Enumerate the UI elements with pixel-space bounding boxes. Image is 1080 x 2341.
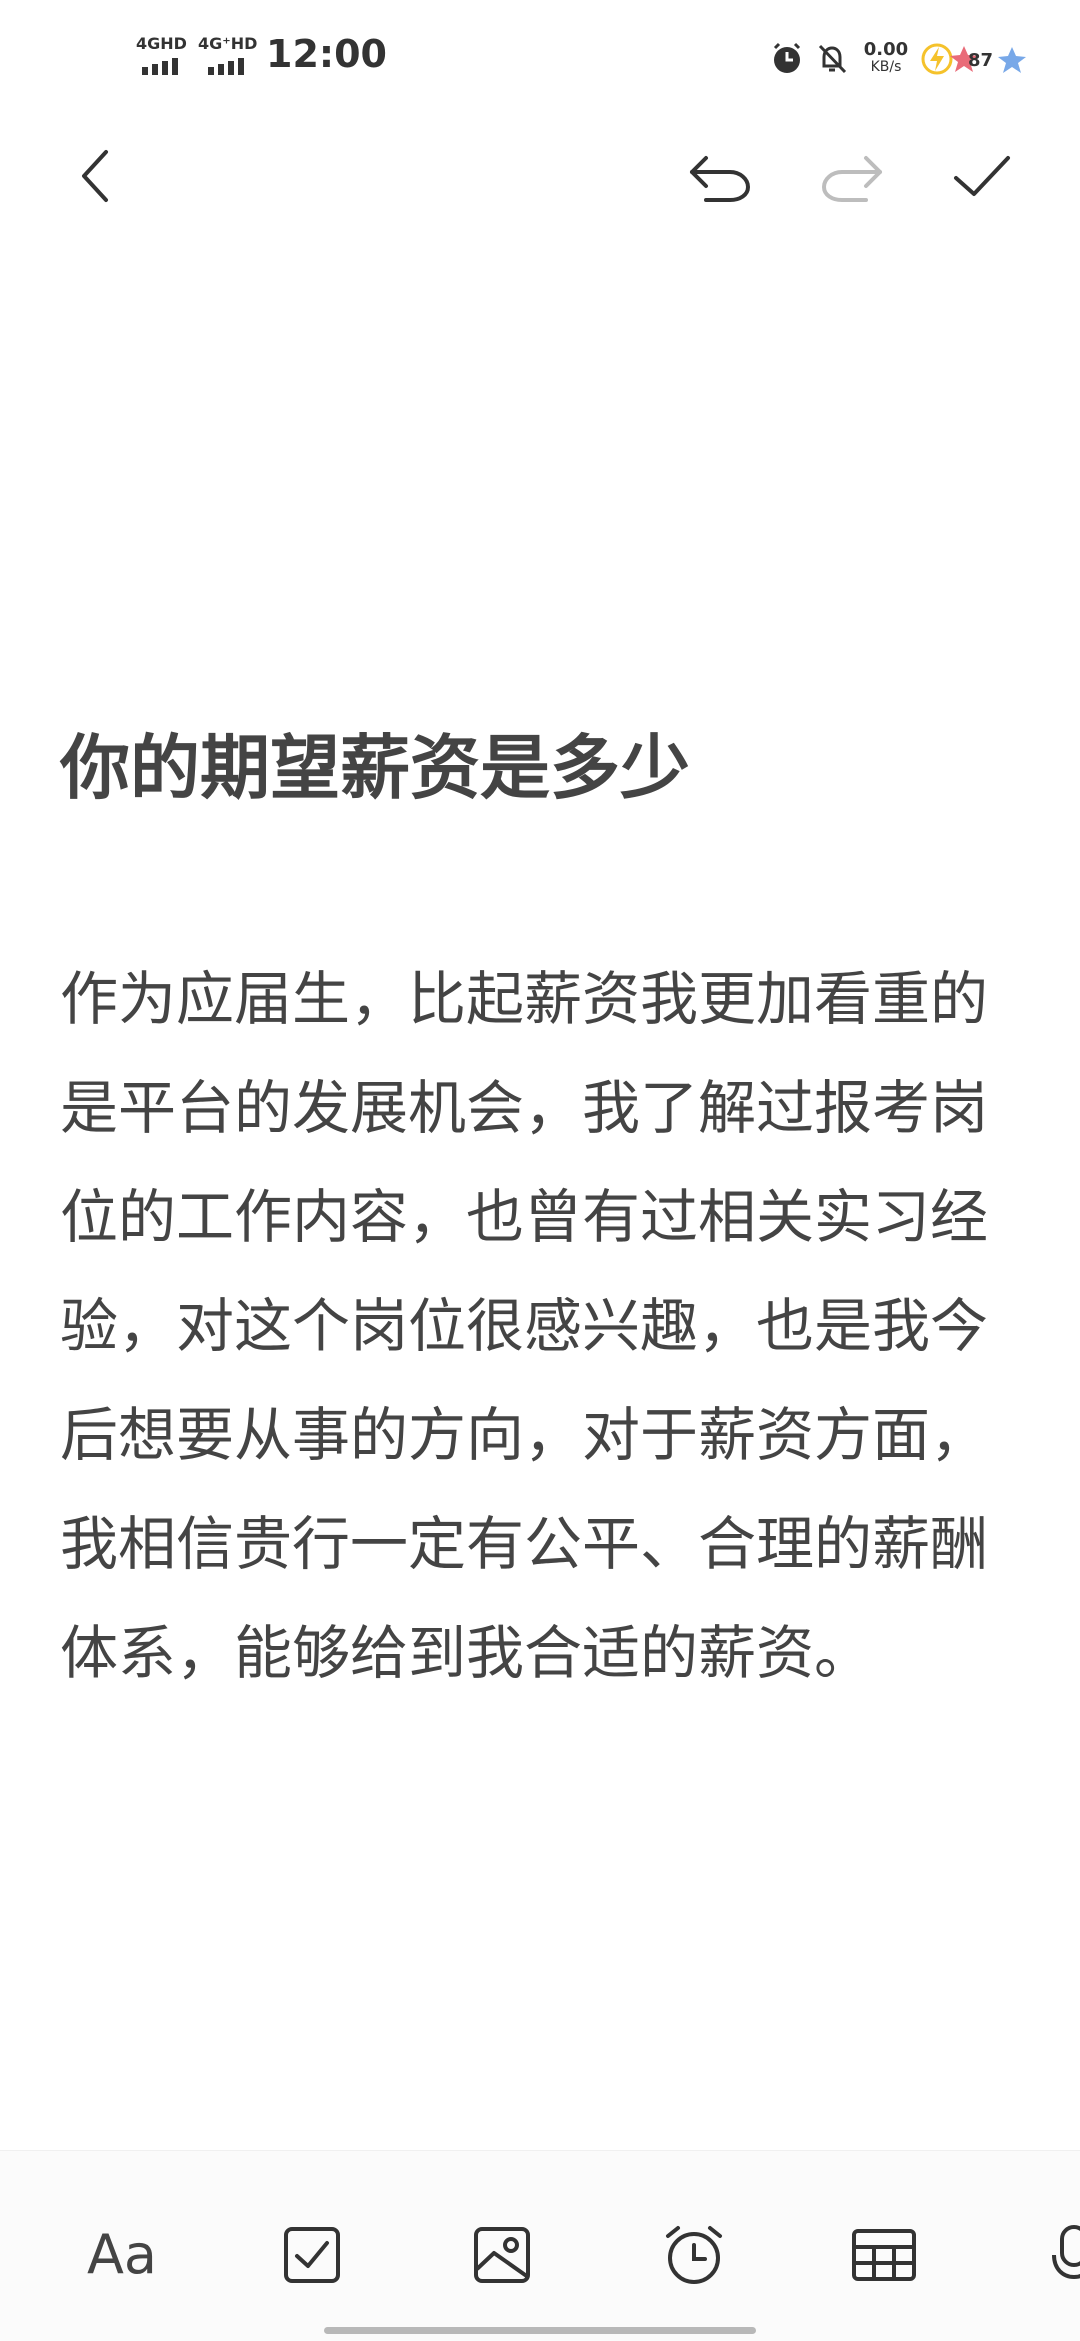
format-toolbar: Aa [0,2150,1080,2341]
note-title[interactable]: 你的期望薪资是多少 [60,718,1020,818]
note-body[interactable]: 作为应届生，比起薪资我更加看重的是平台的发展机会，我了解过报考岗位的工作内容，也… [60,945,1020,1708]
text-style-label: Aa [86,2223,158,2286]
network-label-2: 4G⁺HD [198,34,258,53]
voice-input-button[interactable] [1032,2213,1080,2297]
table-icon [852,2229,916,2281]
reminder-button[interactable] [652,2213,736,2297]
mute-icon [818,44,847,74]
net-speed: 0.00 KB/s [856,40,916,75]
signal-bars-2 [208,58,244,75]
editor-top-bar [0,120,1080,220]
status-bar: 4GHD 4G⁺HD 12:00 0.00 KB/s 87 [0,0,1080,120]
microphone-icon [1052,2225,1080,2280]
insert-image-button[interactable] [460,2213,544,2297]
back-button[interactable] [60,140,132,212]
checkbox-icon [284,2227,340,2283]
insert-table-button[interactable] [842,2213,926,2297]
home-indicator[interactable] [324,2327,756,2334]
back-arrow-icon [82,150,108,202]
status-time: 12:00 [266,32,387,76]
net-speed-unit: KB/s [870,59,902,75]
redo-button[interactable] [816,140,888,212]
redo-icon [821,156,882,202]
undo-button[interactable] [684,140,756,212]
network-label-1: 4GHD [136,34,187,53]
text-style-button[interactable]: Aa [80,2213,164,2297]
status-icons: 0.00 KB/s 87 [770,34,1030,90]
done-button[interactable] [946,140,1018,212]
battery-level: 87 [968,50,994,71]
image-icon [474,2227,530,2283]
signal-bars-1 [142,58,178,75]
check-icon [954,156,1010,196]
undo-icon [690,156,751,202]
alarm-clock-icon [666,2226,722,2284]
alarm-icon [773,42,801,73]
charging-icon [921,43,953,75]
checklist-button[interactable] [270,2213,354,2297]
